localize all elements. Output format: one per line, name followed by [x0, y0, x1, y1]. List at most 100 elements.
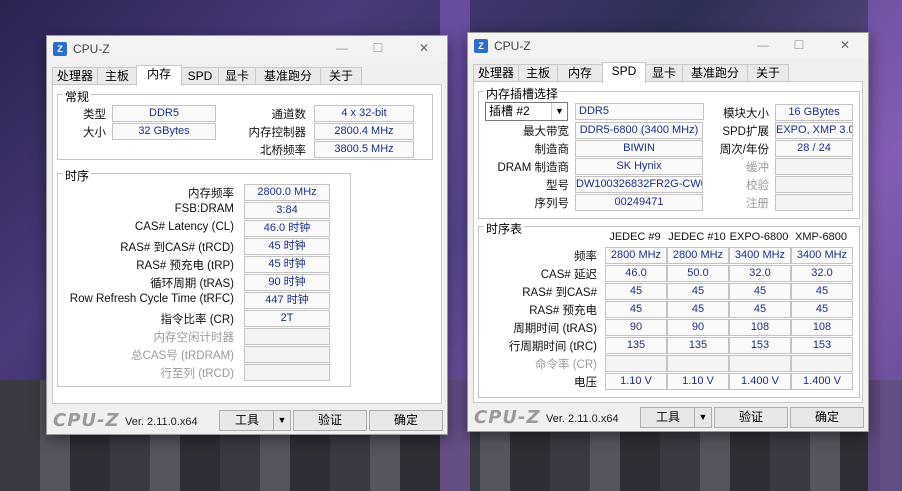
- timing-table-cell: 135: [605, 337, 667, 354]
- memory-controller-value: 2800.4 MHz: [314, 123, 414, 140]
- column-header: XMP-6800: [795, 231, 847, 243]
- check-value: [775, 176, 853, 193]
- model-value: DW100326832FR2G-CW0(: [575, 176, 703, 193]
- tools-button[interactable]: 工具: [219, 410, 275, 431]
- slot-select-value: 插槽 #2: [489, 104, 530, 118]
- timing-table-title: 时序表: [484, 220, 525, 237]
- max-bandwidth-label: 最大带宽: [523, 126, 569, 138]
- timing-table-cell: 45: [667, 301, 729, 318]
- timing-value: 45 时钟: [244, 238, 330, 255]
- slot-group: 内存插槽选择 插槽 #2 ▼ DDR5 最大带宽 DDR5-6800 (3400…: [478, 85, 860, 219]
- timing-value: [244, 346, 330, 363]
- timing-value: 447 时钟: [244, 292, 330, 309]
- window-title: CPU-Z: [494, 39, 531, 53]
- timing-label: Row Refresh Cycle Time (tRFC): [69, 293, 234, 305]
- ok-button[interactable]: 确定: [790, 407, 864, 428]
- timing-table-cell: 32.0: [791, 265, 853, 282]
- tab-bar: 处理器 主板 内存 SPD 显卡 基准跑分 关于: [473, 62, 863, 83]
- timing-label: FSB:DRAM: [174, 203, 234, 215]
- timing-table-cell: 135: [667, 337, 729, 354]
- module-type-value: DDR5: [575, 103, 704, 120]
- maximize-icon[interactable]: ☐: [367, 40, 389, 56]
- tab-cpu[interactable]: 处理器: [52, 67, 98, 85]
- timing-label: 行至列 (tRCD): [160, 368, 234, 380]
- cpuz-window-spd: Z CPU-Z — ☐ ✕ 处理器 主板 内存 SPD 显卡 基准跑分 关于 内…: [467, 32, 869, 432]
- tab-memory[interactable]: 内存: [557, 64, 603, 82]
- chevron-down-icon[interactable]: ▼: [551, 103, 567, 120]
- timing-label: RAS# 到CAS# (tRCD): [120, 242, 234, 254]
- timing-value: [244, 364, 330, 381]
- timing-table-cell: 45: [605, 301, 667, 318]
- type-value: DDR5: [112, 105, 216, 122]
- tab-spd[interactable]: SPD: [602, 62, 646, 83]
- tab-graphics[interactable]: 显卡: [645, 64, 683, 82]
- timing-table-cell: 32.0: [729, 265, 791, 282]
- timing-table-label: 周期时间 (tRAS): [513, 323, 597, 335]
- timing-table-cell: 90: [605, 319, 667, 336]
- close-icon[interactable]: ✕: [834, 37, 856, 53]
- timing-table-cell: 1.10 V: [605, 373, 667, 390]
- version-text: Ver. 2.11.0.x64: [125, 416, 198, 428]
- tab-cpu[interactable]: 处理器: [473, 64, 519, 82]
- tools-dropdown-icon[interactable]: ▼: [694, 407, 712, 428]
- title-bar[interactable]: Z CPU-Z — ☐ ✕: [468, 33, 868, 59]
- timing-label: CAS# Latency (CL): [134, 221, 234, 233]
- tab-bench[interactable]: 基准跑分: [682, 64, 748, 82]
- timing-label: 指令比率 (CR): [160, 314, 234, 326]
- size-label: 大小: [83, 127, 106, 139]
- column-header: JEDEC #9: [609, 231, 661, 243]
- channels-label: 通道数: [271, 109, 307, 121]
- tab-about[interactable]: 关于: [747, 64, 789, 82]
- tab-mainboard[interactable]: 主板: [97, 67, 137, 85]
- tab-spd[interactable]: SPD: [181, 67, 219, 85]
- bottom-bar: CPU-Z Ver. 2.11.0.x64 工具 ▼ 验证 确定: [47, 406, 447, 434]
- validate-button[interactable]: 验证: [293, 410, 367, 431]
- maximize-icon[interactable]: ☐: [788, 37, 810, 53]
- timing-table-group: 时序表 JEDEC #9 JEDEC #10 EXPO-6800 XMP-6800 频率…: [478, 220, 860, 398]
- timing-value: 2T: [244, 310, 330, 327]
- timing-table-cell: [791, 355, 853, 372]
- timing-table-cell: 45: [791, 301, 853, 318]
- module-size-label: 模块大小: [723, 108, 769, 120]
- northbridge-label: 北桥频率: [260, 145, 306, 157]
- timing-label: 内存频率: [188, 188, 234, 200]
- week-year-value: 28 / 24: [775, 140, 853, 157]
- ok-button[interactable]: 确定: [369, 410, 443, 431]
- timings-group-title: 时序: [63, 167, 92, 184]
- title-bar[interactable]: Z CPU-Z — ☐ ✕: [47, 36, 447, 62]
- spd-ext-label: SPD扩展: [722, 126, 769, 138]
- cpuz-logo: CPU-Z: [53, 410, 120, 431]
- timing-value: 90 时钟: [244, 274, 330, 291]
- tab-memory[interactable]: 内存: [136, 65, 182, 86]
- tools-button[interactable]: 工具: [640, 407, 696, 428]
- cpuz-logo: CPU-Z: [474, 407, 541, 428]
- minimize-icon[interactable]: —: [752, 37, 774, 53]
- timing-table-cell: [605, 355, 667, 372]
- timing-table-label: 命令率 (CR): [535, 359, 597, 371]
- tab-bench[interactable]: 基准跑分: [255, 67, 321, 85]
- timing-label: 内存空闲计时器: [153, 332, 235, 344]
- tab-graphics[interactable]: 显卡: [218, 67, 256, 85]
- timing-table-cell: 1.10 V: [667, 373, 729, 390]
- minimize-icon[interactable]: —: [331, 40, 353, 56]
- timing-table-cell: 1.400 V: [791, 373, 853, 390]
- week-year-label: 周次/年份: [719, 144, 769, 156]
- slot-select[interactable]: 插槽 #2 ▼: [485, 102, 568, 121]
- tools-dropdown-icon[interactable]: ▼: [273, 410, 291, 431]
- memory-panel: 常规 类型 DDR5 大小 32 GBytes 通道数 4 x 32-bit 内…: [52, 84, 442, 404]
- timing-table-label: RAS# 预充电: [529, 305, 597, 317]
- timing-table-label: 频率: [574, 251, 597, 263]
- cpuz-app-icon: Z: [53, 42, 67, 56]
- timing-table-cell: 153: [791, 337, 853, 354]
- tab-mainboard[interactable]: 主板: [518, 64, 558, 82]
- timing-label: RAS# 预充电 (tRP): [136, 260, 234, 272]
- size-value: 32 GBytes: [112, 123, 216, 140]
- spd-ext-value: EXPO, XMP 3.0: [775, 122, 853, 139]
- bottom-bar: CPU-Z Ver. 2.11.0.x64 工具 ▼ 验证 确定: [468, 403, 868, 431]
- general-group-title: 常规: [63, 88, 92, 105]
- tab-about[interactable]: 关于: [320, 67, 362, 85]
- close-icon[interactable]: ✕: [413, 40, 435, 56]
- validate-button[interactable]: 验证: [714, 407, 788, 428]
- module-size-value: 16 GBytes: [775, 104, 853, 121]
- tab-bar: 处理器 主板 内存 SPD 显卡 基准跑分 关于: [52, 65, 442, 86]
